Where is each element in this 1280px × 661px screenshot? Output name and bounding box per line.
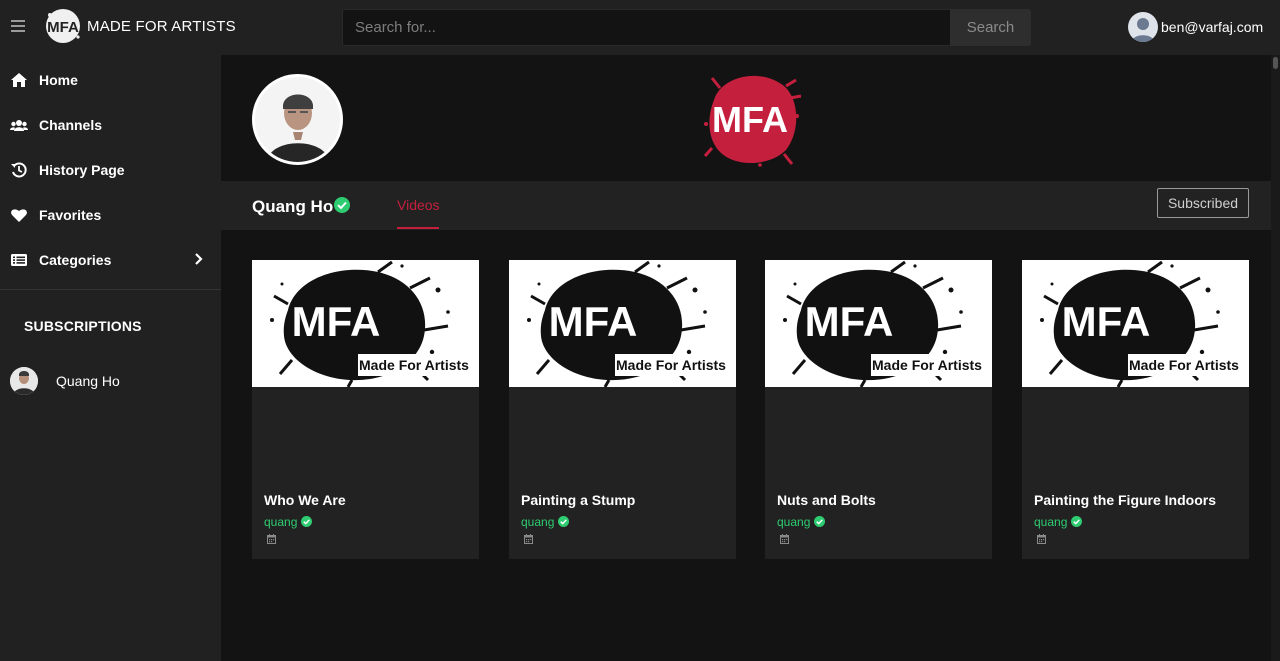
svg-text:MFA: MFA [549, 298, 638, 345]
search-button[interactable]: Search [950, 9, 1031, 46]
calendar-icon [780, 534, 789, 544]
video-card[interactable]: MFA Made For Artists Painting a Stump qu… [509, 260, 736, 559]
brand-logo[interactable]: MFA [42, 5, 84, 47]
verified-icon [1071, 516, 1082, 527]
tab-active-indicator [397, 227, 439, 229]
sidebar-item-favorites[interactable]: Favorites [0, 195, 221, 235]
video-card[interactable]: MFA Made For Artists Painting the Figure… [1022, 260, 1249, 559]
home-icon [11, 73, 27, 87]
svg-text:Made For Artists: Made For Artists [1129, 357, 1239, 373]
verified-icon [558, 516, 569, 527]
top-bar: MFA MADE FOR ARTISTS Search ben@varfaj.c… [0, 0, 1280, 55]
person-photo [10, 367, 38, 395]
history-icon [11, 162, 27, 178]
sidebar-item-label: Home [39, 72, 78, 88]
video-author[interactable]: quang [1034, 515, 1067, 529]
chevron-right-icon [195, 253, 203, 265]
video-author[interactable]: quang [777, 515, 810, 529]
video-title[interactable]: Painting a Stump [521, 492, 635, 508]
brand-name[interactable]: MADE FOR ARTISTS [87, 18, 236, 35]
subscribed-button[interactable]: Subscribed [1157, 188, 1249, 218]
sidebar-item-history[interactable]: History Page [0, 150, 221, 190]
sidebar-item-categories[interactable]: Categories [0, 240, 221, 280]
person-photo [255, 77, 340, 162]
sidebar-item-label: Categories [39, 252, 112, 268]
channel-bar [221, 181, 1271, 230]
video-thumbnail[interactable]: MFA Made For Artists [1022, 260, 1249, 387]
channel-avatar [252, 74, 343, 165]
subscription-name: Quang Ho [56, 373, 120, 389]
mfa-thumbnail-art: MFA Made For Artists [765, 260, 992, 387]
user-silhouette-icon [1132, 18, 1154, 42]
verified-icon [301, 516, 312, 527]
svg-text:MFA: MFA [1062, 298, 1151, 345]
mfa-thumbnail-art: MFA Made For Artists [1022, 260, 1249, 387]
user-avatar[interactable] [1128, 12, 1158, 42]
sidebar-item-channels[interactable]: Channels [0, 105, 221, 145]
search-input[interactable] [342, 9, 951, 46]
heart-icon [11, 209, 27, 222]
verified-icon [814, 516, 825, 527]
sidebar-divider [0, 289, 221, 290]
subscription-avatar [10, 367, 38, 395]
video-title[interactable]: Nuts and Bolts [777, 492, 876, 508]
subscription-item[interactable]: Quang Ho [0, 363, 221, 399]
channel-name: Quang Ho [252, 197, 334, 216]
users-icon [10, 120, 28, 131]
svg-text:Made For Artists: Made For Artists [872, 357, 982, 373]
video-title[interactable]: Who We Are [264, 492, 346, 508]
svg-text:Made For Artists: Made For Artists [359, 357, 469, 373]
svg-text:MFA: MFA [47, 19, 79, 36]
sidebar-item-label: Channels [39, 117, 103, 133]
scrollbar-track[interactable] [1271, 55, 1280, 661]
banner-logo: MFA [703, 75, 802, 167]
video-author[interactable]: quang [521, 515, 554, 529]
video-thumbnail[interactable]: MFA Made For Artists [765, 260, 992, 387]
menu-icon[interactable] [11, 20, 25, 32]
sidebar-item-label: History Page [39, 162, 125, 178]
mfa-thumbnail-art: MFA Made For Artists [509, 260, 736, 387]
video-title[interactable]: Painting the Figure Indoors [1034, 492, 1216, 508]
sidebar: Home Channels History Page Favorites Cat… [0, 55, 221, 661]
video-card[interactable]: MFA Made For Artists Who We Are quang [252, 260, 479, 559]
calendar-icon [1037, 534, 1046, 544]
user-email[interactable]: ben@varfaj.com [1161, 19, 1263, 35]
sidebar-item-home[interactable]: Home [0, 60, 221, 100]
svg-text:MFA: MFA [805, 298, 894, 345]
subscriptions-heading: SUBSCRIPTIONS [24, 318, 142, 334]
video-card[interactable]: MFA Made For Artists Nuts and Bolts quan… [765, 260, 992, 559]
svg-text:MFA: MFA [712, 99, 788, 140]
svg-text:MFA: MFA [292, 298, 381, 345]
video-thumbnail[interactable]: MFA Made For Artists [252, 260, 479, 387]
calendar-icon [524, 534, 533, 544]
tab-videos[interactable]: Videos [397, 197, 440, 213]
calendar-icon [267, 534, 276, 544]
video-thumbnail[interactable]: MFA Made For Artists [509, 260, 736, 387]
mfa-thumbnail-art: MFA Made For Artists [252, 260, 479, 387]
svg-text:Made For Artists: Made For Artists [616, 357, 726, 373]
verified-icon [334, 197, 350, 213]
list-icon [11, 254, 27, 266]
video-author[interactable]: quang [264, 515, 297, 529]
sidebar-item-label: Favorites [39, 207, 102, 223]
scrollbar-thumb[interactable] [1273, 57, 1278, 69]
